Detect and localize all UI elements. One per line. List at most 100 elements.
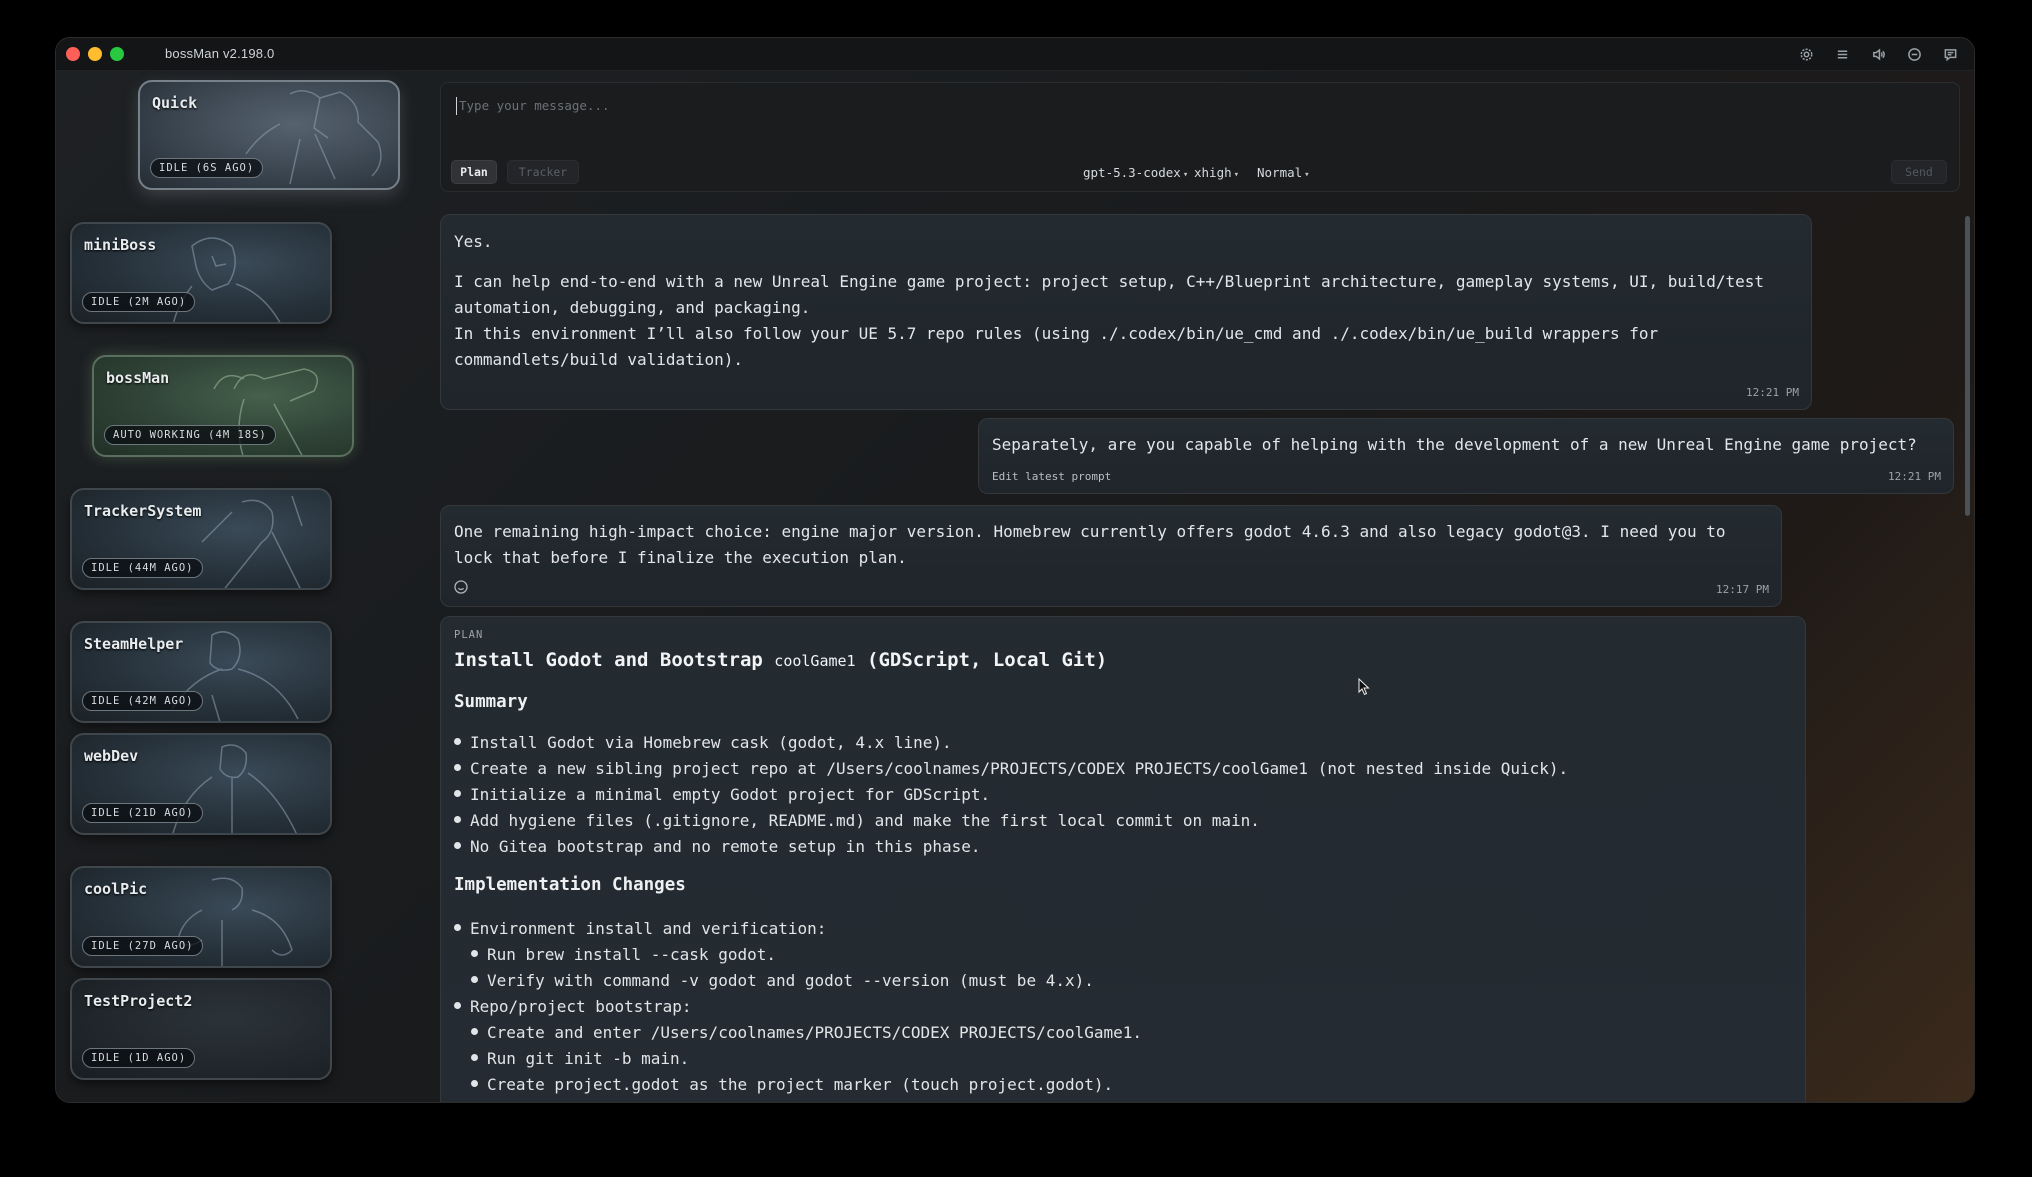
message-text: Separately, are you capable of helping w… (992, 435, 1917, 454)
message-timestamp: 12:21 PM (1888, 470, 1941, 483)
summary-heading: Summary (454, 692, 528, 712)
session-card-bossman[interactable]: bossMan AUTO WORKING (4M 18S) (92, 355, 354, 457)
message-text: In this environment I’ll also follow you… (454, 324, 1668, 369)
bullet-icon (454, 842, 461, 849)
send-button[interactable]: Send (1891, 160, 1947, 184)
bullet-icon (454, 816, 461, 823)
list-item: Create a new sibling project repo at /Us… (454, 759, 1568, 778)
session-status-badge: IDLE (42M AGO) (82, 691, 203, 711)
list-item: Add hygiene files (.gitignore, README.md… (454, 811, 1260, 830)
session-card-testproject2[interactable]: TestProject2 IDLE (1D AGO) (70, 978, 332, 1080)
chevron-down-icon: ▾ (1233, 170, 1240, 180)
model-select[interactable]: gpt-5.3-codex ▾ (1083, 165, 1188, 180)
minimize-window-button[interactable] (88, 47, 102, 61)
session-status-badge: IDLE (6S AGO) (150, 158, 264, 178)
effort-select[interactable]: xhigh ▾ (1194, 165, 1239, 180)
list-subitem: Create project.godot as the project mark… (471, 1075, 1113, 1094)
session-status-badge: AUTO WORKING (4M 18S) (104, 425, 276, 445)
message-timestamp: 12:17 PM (1716, 583, 1769, 596)
session-card-steamhelper[interactable]: SteamHelper IDLE (42M AGO) (70, 621, 332, 723)
message-composer: Plan Tracker gpt-5.3-codex▾ xhigh▾ Norma… (440, 82, 1960, 192)
list-item-text: Repo/project bootstrap: (470, 997, 692, 1016)
session-card-miniboss[interactable]: miniBoss IDLE (2M AGO) (70, 222, 332, 324)
mode-select-value: Normal (1257, 165, 1303, 180)
model-select-value: gpt-5.3-codex (1083, 165, 1181, 180)
session-card-trackersystem[interactable]: TrackerSystem IDLE (44M AGO) (70, 488, 332, 590)
user-message: Separately, are you capable of helping w… (978, 418, 1954, 494)
session-name: TrackerSystem (84, 502, 202, 520)
bullet-icon (454, 1002, 461, 1009)
effort-select-value: xhigh (1194, 165, 1232, 180)
gear-icon[interactable] (1794, 44, 1818, 64)
list-item-text: Create a new sibling project repo at /Us… (470, 759, 1569, 778)
plan-title-code: coolGame1 (774, 652, 856, 670)
tracker-button[interactable]: Tracker (507, 160, 579, 184)
session-card-coolpic[interactable]: coolPic IDLE (27D AGO) (70, 866, 332, 968)
mouse-cursor-icon (1358, 678, 1370, 696)
list-item-text: Run git init -b main. (487, 1049, 690, 1068)
implementation-heading: Implementation Changes (454, 875, 686, 895)
session-card-webdev[interactable]: webDev IDLE (21D AGO) (70, 733, 332, 835)
session-status-badge: IDLE (44M AGO) (82, 558, 203, 578)
list-subitem: Verify with command -v godot and godot -… (471, 971, 1094, 990)
session-status-badge: IDLE (1D AGO) (82, 1048, 196, 1068)
app-window: bossMan v2.198.0 Quick IDLE (6S AGO) min… (56, 38, 1974, 1102)
session-card-quick[interactable]: Quick IDLE (6S AGO) (138, 80, 400, 190)
list-subitem: Run brew install --cask godot. (471, 945, 776, 964)
chevron-down-icon: ▾ (1182, 170, 1189, 180)
zoom-window-button[interactable] (110, 47, 124, 61)
list-item-text: Environment install and verification: (470, 919, 827, 938)
bullet-icon (454, 764, 461, 771)
chevron-down-icon: ▾ (1304, 170, 1310, 180)
list-item: No Gitea bootstrap and no remote setup i… (454, 837, 981, 856)
session-name: coolPic (84, 880, 148, 898)
minus-circle-icon[interactable] (1902, 44, 1926, 64)
plan-title-suffix: (GDScript, Local Git) (855, 649, 1108, 671)
message-input[interactable] (457, 97, 1661, 114)
bullet-icon (471, 950, 478, 957)
title-bar: bossMan v2.198.0 (56, 38, 1974, 71)
session-status-badge: IDLE (21D AGO) (82, 803, 203, 823)
list-item: Install Godot via Homebrew cask (godot, … (454, 733, 952, 752)
close-window-button[interactable] (66, 47, 80, 61)
bullet-icon (454, 924, 461, 931)
menu-icon[interactable] (1830, 44, 1854, 64)
bullet-icon (454, 738, 461, 745)
app-title: bossMan v2.198.0 (165, 46, 275, 61)
list-item-text: Install Godot via Homebrew cask (godot, … (470, 733, 952, 752)
list-item: Environment install and verification: (454, 919, 826, 938)
list-item-text: No Gitea bootstrap and no remote setup i… (470, 837, 981, 856)
message-text: Yes. (454, 232, 493, 251)
message-text: I can help end-to-end with a new Unreal … (454, 272, 1774, 317)
chat-icon[interactable] (1938, 44, 1962, 64)
session-name: TestProject2 (84, 992, 193, 1010)
assistant-message: Yes. I can help end-to-end with a new Unr… (440, 214, 1812, 410)
speaker-icon[interactable] (1866, 44, 1890, 64)
session-name: SteamHelper (84, 635, 184, 653)
reaction-icon[interactable] (454, 580, 468, 594)
list-item-text: Run brew install --cask godot. (487, 945, 776, 964)
session-status-badge: IDLE (27D AGO) (82, 936, 203, 956)
list-item: Repo/project bootstrap: (454, 997, 692, 1016)
plan-title-text: Install Godot and Bootstrap (454, 649, 775, 671)
list-item-text: Initialize a minimal empty Godot project… (470, 785, 991, 804)
titlebar-toolbar (1794, 44, 1962, 64)
session-name: Quick (152, 94, 198, 112)
assistant-message: One remaining high-impact choice: engine… (440, 505, 1782, 607)
bullet-icon (471, 1080, 478, 1087)
chat-scrollbar[interactable] (1965, 216, 1970, 516)
plan-tag: PLAN (454, 629, 484, 641)
plan-button[interactable]: Plan (451, 160, 497, 184)
session-name: bossMan (106, 369, 170, 387)
message-body: Yes. I can help end-to-end with a new Unr… (454, 229, 1798, 373)
list-item: Initialize a minimal empty Godot project… (454, 785, 990, 804)
mode-select[interactable]: Normal ▾ (1257, 165, 1310, 180)
session-name: miniBoss (84, 236, 157, 254)
list-item-text: Verify with command -v godot and godot -… (487, 971, 1094, 990)
list-item-text: Create and enter /Users/coolnames/PROJEC… (487, 1023, 1143, 1042)
list-subitem: Create and enter /Users/coolnames/PROJEC… (471, 1023, 1142, 1042)
bullet-icon (471, 1028, 478, 1035)
edit-latest-prompt-link[interactable]: Edit latest prompt (992, 470, 1111, 483)
bullet-icon (454, 790, 461, 797)
message-text: One remaining high-impact choice: engine… (454, 522, 1736, 567)
